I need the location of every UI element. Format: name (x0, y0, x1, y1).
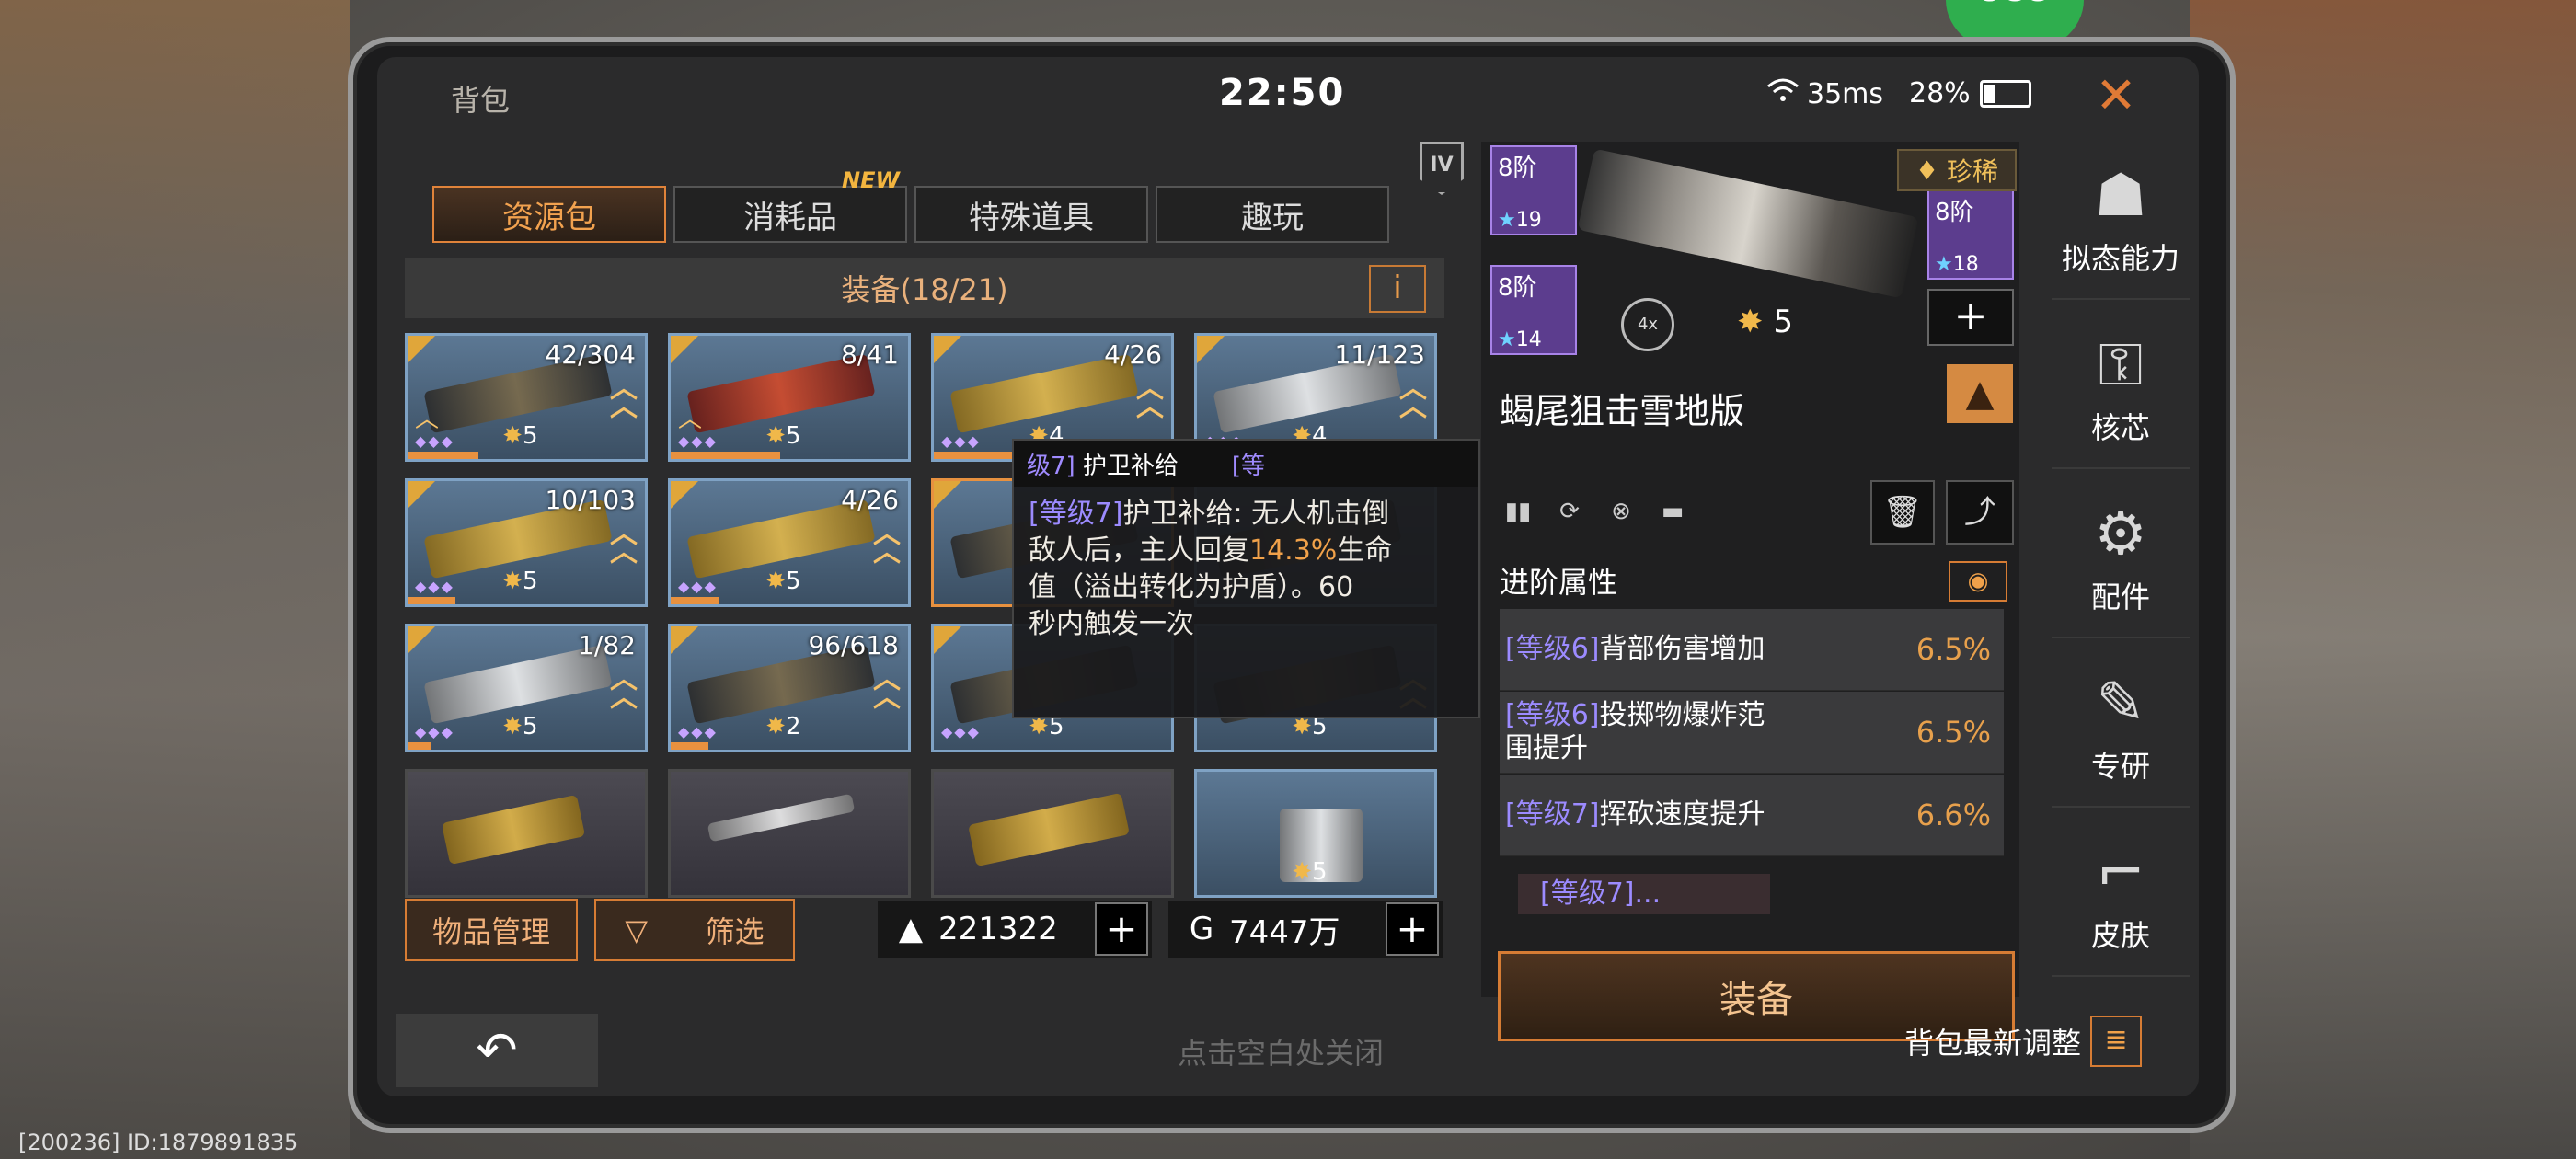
rarity-badge: ♦ 珍稀 (1897, 149, 2017, 191)
wifi-icon (1766, 77, 1800, 110)
weapon-image (1577, 148, 1919, 299)
attr-more[interactable]: [等级7]... (1518, 874, 1770, 914)
filter-button[interactable]: ▽ 筛选 (594, 899, 795, 961)
core-icon: ⚿ (2098, 331, 2144, 399)
nav-mimic[interactable]: ☗ 拟态能力 (2052, 142, 2190, 300)
trash-icon[interactable]: 🗑 (1870, 480, 1935, 545)
gun-type-icon: ▬ (1661, 498, 1685, 525)
item-slot-knife[interactable] (668, 769, 911, 898)
ping-text: 35ms (1807, 77, 1884, 110)
research-icon: ✎ (2096, 670, 2145, 738)
attachment-slot[interactable]: 8阶 ★19 (1490, 145, 1577, 235)
device-id-line: [200236] ID:1879891835 (18, 1130, 299, 1155)
attachment-slot[interactable]: 8阶 ★14 (1490, 265, 1577, 355)
currency-crystal: ▲ 221322 + (878, 901, 1152, 958)
tier-icon: IV (1420, 142, 1464, 195)
nav-research[interactable]: ✎ 专研 (2052, 649, 2190, 808)
tab-resource-pack[interactable]: 资源包 (432, 186, 666, 243)
item-slot-drone[interactable]: ✸5 (1194, 769, 1437, 898)
item-slot[interactable]: 42/304 ︿ ︿ ︿ ◆◆◆ ✸5 (405, 333, 648, 462)
item-slot[interactable]: 4/26 ︿ ︿ ◆◆◆ ✸5 (668, 478, 911, 607)
crystal-icon: ▲ (898, 911, 924, 947)
item-slot[interactable]: 1/82 ︿ ︿ ◆◆◆ ✸5 (405, 624, 648, 752)
add-crystal-button[interactable]: + (1095, 902, 1148, 956)
category-tabs: 资源包 消耗品 NEW 特殊道具 趣玩 (432, 167, 1389, 243)
parts-icon: ⚙ (2094, 500, 2147, 568)
tab-special-items[interactable]: 特殊道具 (914, 186, 1148, 243)
advanced-attrs-label: 进阶属性 (1500, 565, 1618, 600)
backpack-screen: 背包 22:50 35ms 28% ✕ 资源包 消耗品 NEW 特殊道具 趣玩 I… (377, 57, 2199, 1096)
add-attachment-button[interactable]: + (1927, 289, 2014, 346)
equipment-count: 装备(18/21) (841, 272, 1008, 307)
latest-changes-link[interactable]: 背包最新调整 ≣ (1904, 1016, 2143, 1067)
equipment-header: 装备(18/21) i (405, 258, 1444, 318)
ammo-icon: ▮▮ (1504, 498, 1532, 525)
mimic-icon: ☗ (2094, 162, 2147, 230)
weapon-detail-panel: 8阶 ★19 8阶 ★14 8阶 ★18 ♦ 珍稀 4x ✸ 5 + 蝎尾狙击雪地版 … (1481, 142, 2019, 1041)
item-slot[interactable]: 10/103 ︿ ︿ ◆◆◆ ✸5 (405, 478, 648, 607)
page-title: 背包 (451, 83, 511, 118)
diamond-icon: ♦ (1915, 155, 1939, 186)
back-button[interactable]: ↶ (396, 1014, 598, 1087)
clipboard-icon: ≣ (2090, 1016, 2143, 1067)
battery-status: 28% (1909, 77, 2031, 109)
crystal-amount: 221322 (938, 911, 1058, 947)
close-hint: 点击空白处关闭 (1178, 1036, 1385, 1071)
skill-tooltip: 级7] 护卫补给 [等 [等级7]护卫补给: 无人机击倒 敌人后，主人回复14.… (1012, 439, 1480, 718)
item-manage-button[interactable]: 物品管理 (405, 899, 578, 961)
attr-row: [等级6]背部伤害增加 6.5% (1500, 609, 2004, 691)
tooltip-header: 级7] 护卫补给 [等 (1014, 441, 1478, 487)
item-slot-hammer[interactable] (405, 769, 648, 898)
gold-coin-icon: G (1189, 911, 1214, 947)
background-right (2190, 0, 2576, 1159)
background-left (0, 0, 350, 1159)
tab-consumables[interactable]: 消耗品 NEW (673, 167, 907, 243)
item-slot[interactable]: 96/618 ︿ ︿ ◆◆◆ ✸2 (668, 624, 911, 752)
weapon-name: 蝎尾狙击雪地版 (1500, 391, 1745, 431)
clock: 22:50 (1219, 72, 1346, 114)
eye-icon[interactable]: ◉ (1949, 561, 2007, 602)
new-badge: NEW (842, 167, 900, 193)
attachment-slot[interactable]: 8阶 ★18 (1927, 189, 2014, 280)
attr-row: [等级6]投掷物爆炸范围提升 6.5% (1500, 692, 2004, 774)
currency-gold: G 7447万 + (1168, 901, 1443, 958)
tooltip-body: [等级7]护卫补给: 无人机击倒 敌人后，主人回复14.3%生命 值（溢出转化为… (1029, 498, 1393, 640)
tab-fun[interactable]: 趣玩 (1156, 186, 1389, 243)
nav-parts[interactable]: ⚙ 配件 (2052, 480, 2190, 638)
add-gold-button[interactable]: + (1386, 902, 1439, 956)
nav-skin[interactable]: ⌐ 皮肤 (2052, 819, 2190, 977)
share-icon[interactable]: ⤴ (1946, 480, 2014, 545)
close-button[interactable]: ✕ (2088, 68, 2144, 123)
target-icon: ⊗ (1611, 498, 1631, 525)
gold-amount: 7447万 (1229, 913, 1340, 951)
item-slot-chainsaw[interactable] (931, 769, 1174, 898)
item-slot[interactable]: 8/41 ︿ ◆◆◆ ✸5 (668, 333, 911, 462)
skin-icon: ⌐ (2096, 839, 2145, 907)
reload-icon: ⟳ (1559, 498, 1580, 525)
filter-icon: ▽ (625, 912, 648, 947)
weapon-stars: ✸ 5 (1737, 304, 1793, 340)
battery-text: 28% (1909, 77, 1971, 109)
battery-icon (1979, 79, 2031, 108)
info-button[interactable]: i (1369, 265, 1426, 313)
upgrade-button[interactable]: ▲ (1947, 364, 2013, 423)
network-status: 35ms (1766, 77, 1883, 110)
scope-icon[interactable]: 4x (1621, 298, 1674, 351)
attr-row: [等级7]挥砍速度提升 6.6% (1500, 775, 2004, 856)
nav-core[interactable]: ⚿ 核芯 (2052, 311, 2190, 469)
